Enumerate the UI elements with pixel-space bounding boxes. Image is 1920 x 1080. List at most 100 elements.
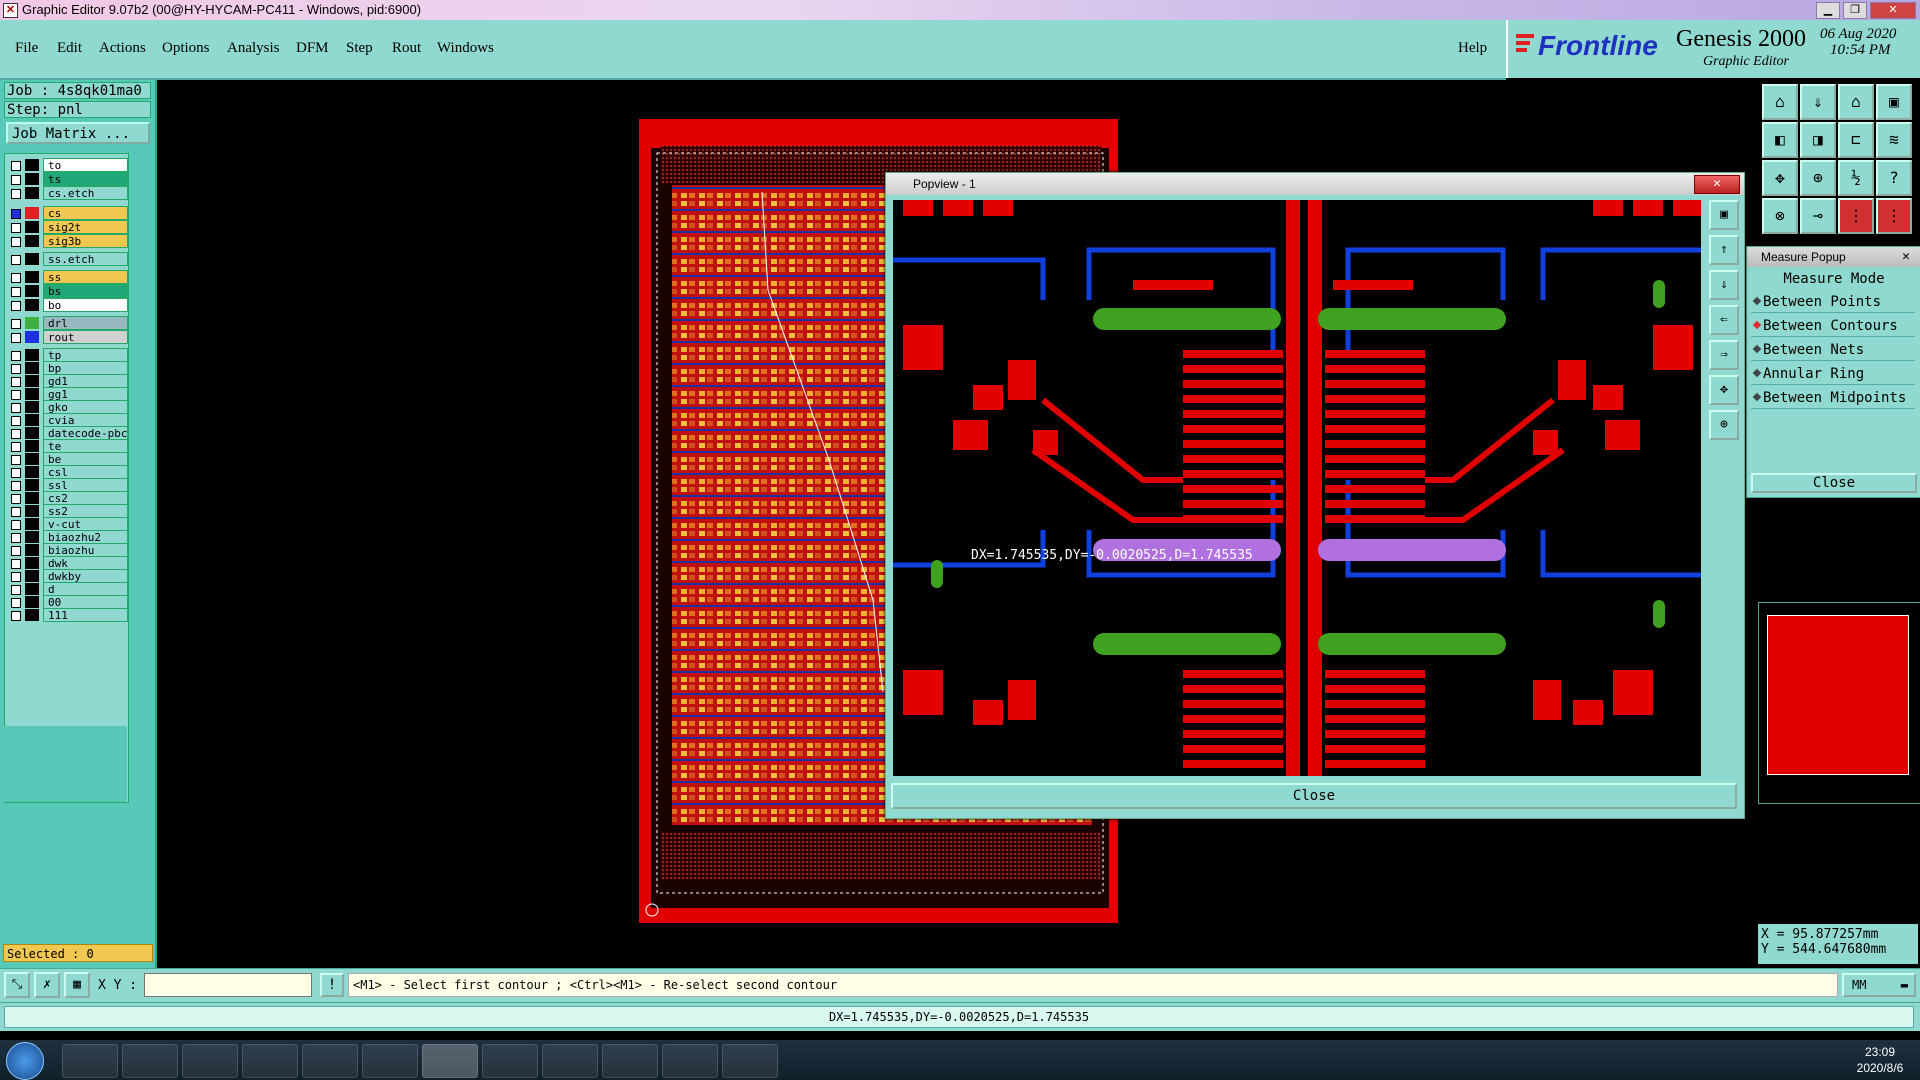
layer-name[interactable]: gd1 <box>43 374 128 388</box>
layer-row[interactable]: bp <box>7 361 128 375</box>
option-between-points[interactable]: Between Points <box>1751 291 1915 313</box>
layer-checkbox[interactable] <box>11 507 21 517</box>
layer-checkbox[interactable] <box>11 455 21 465</box>
layer-color-swatch[interactable] <box>25 414 39 426</box>
layer-color-swatch[interactable] <box>25 557 39 569</box>
layer-row[interactable]: drl <box>7 316 128 330</box>
units-select[interactable]: MM ▬ <box>1842 973 1916 997</box>
menu-options[interactable]: Options <box>162 40 210 57</box>
redraw-icon[interactable]: ≋ <box>1876 122 1912 158</box>
xy-input[interactable] <box>144 973 312 997</box>
layer-row[interactable]: ss2 <box>7 504 128 518</box>
layer-name[interactable]: dwkby <box>43 569 128 583</box>
layer-row[interactable]: cs2 <box>7 491 128 505</box>
layer-row[interactable]: 00 <box>7 595 128 609</box>
layer-checkbox[interactable] <box>11 494 21 504</box>
layer-color-swatch[interactable] <box>25 453 39 465</box>
layer-color-swatch[interactable] <box>25 349 39 361</box>
layer-checkbox[interactable] <box>11 442 21 452</box>
taskbar-eye-icon[interactable] <box>362 1044 418 1078</box>
popview-up-icon[interactable]: ⇑ <box>1709 235 1739 265</box>
zoom-fit-icon[interactable]: ✥ <box>1762 160 1798 196</box>
layer-name[interactable]: cvia <box>43 413 128 427</box>
draw-mode-icon[interactable]: ✗ <box>34 972 60 998</box>
layer-checkbox[interactable] <box>11 333 21 343</box>
taskbar-notepad-icon[interactable] <box>242 1044 298 1078</box>
layer-name[interactable]: sig3b <box>43 234 128 248</box>
fit-icon[interactable]: ⊏ <box>1838 122 1874 158</box>
layer-checkbox[interactable] <box>11 273 21 283</box>
layer-name[interactable]: cs.etch <box>43 186 128 200</box>
layer-row[interactable]: datecode-pbc <box>7 426 128 440</box>
layer-color-swatch[interactable] <box>25 583 39 595</box>
layer-color-swatch[interactable] <box>25 207 39 219</box>
layer-color-swatch[interactable] <box>25 440 39 452</box>
layer-color-swatch[interactable] <box>25 187 39 199</box>
layer-row[interactable]: ss.etch <box>7 252 128 266</box>
help-icon[interactable]: ? <box>1876 160 1912 196</box>
layer-color-swatch[interactable] <box>25 492 39 504</box>
layer-row[interactable]: biaozhu2 <box>7 530 128 544</box>
layer-row[interactable]: gg1 <box>7 387 128 401</box>
layer-name[interactable]: ssl <box>43 478 128 492</box>
taskbar-app-icon[interactable] <box>182 1044 238 1078</box>
layer-checkbox[interactable] <box>11 223 21 233</box>
layer-name[interactable]: cs2 <box>43 491 128 505</box>
popview-left-icon[interactable]: ⇐ <box>1709 305 1739 335</box>
popview-zoom-icon[interactable]: ▣ <box>1709 200 1739 230</box>
layer-color-swatch[interactable] <box>25 466 39 478</box>
layer-name[interactable]: bs <box>43 284 128 298</box>
layer-color-swatch[interactable] <box>25 173 39 185</box>
menu-actions[interactable]: Actions <box>99 40 146 57</box>
alert-icon[interactable]: ! <box>320 973 344 997</box>
zoom-in-icon[interactable]: ⇓ <box>1800 84 1836 120</box>
layer-color-swatch[interactable] <box>25 505 39 517</box>
layer-row[interactable]: v-cut <box>7 517 128 531</box>
layer-name[interactable]: gko <box>43 400 128 414</box>
layer-checkbox[interactable] <box>11 287 21 297</box>
layer-row[interactable]: tp <box>7 348 128 362</box>
layer-checkbox[interactable] <box>11 390 21 400</box>
option-annular-ring[interactable]: Annular Ring <box>1751 363 1915 385</box>
layer-row[interactable]: 111 <box>7 608 128 622</box>
layer-name[interactable]: bo <box>43 298 128 312</box>
layer-row[interactable]: gko <box>7 400 128 414</box>
taskbar-viewer-icon[interactable] <box>602 1044 658 1078</box>
layer-name[interactable]: be <box>43 452 128 466</box>
layer-color-swatch[interactable] <box>25 317 39 329</box>
layer-name[interactable]: ss <box>43 270 128 284</box>
layer-checkbox[interactable] <box>11 546 21 556</box>
layer-color-swatch[interactable] <box>25 285 39 297</box>
layer-row[interactable]: be <box>7 452 128 466</box>
house-icon[interactable]: ⌂ <box>1838 84 1874 120</box>
layer-row[interactable]: ts <box>7 172 128 186</box>
taskbar-pdf-icon[interactable] <box>542 1044 598 1078</box>
layer-name[interactable]: d <box>43 582 128 596</box>
layer-color-swatch[interactable] <box>25 401 39 413</box>
layer-checkbox[interactable] <box>11 161 21 171</box>
layer-row[interactable]: gd1 <box>7 374 128 388</box>
layer-color-swatch[interactable] <box>25 235 39 247</box>
layer-name[interactable]: bp <box>43 361 128 375</box>
popview-down-icon[interactable]: ⇓ <box>1709 270 1739 300</box>
layer-name[interactable]: gg1 <box>43 387 128 401</box>
layer-color-swatch[interactable] <box>25 479 39 491</box>
system-clock[interactable]: 23:09 2020/8/6 <box>1845 1044 1915 1076</box>
layer-color-swatch[interactable] <box>25 609 39 621</box>
layer-checkbox[interactable] <box>11 598 21 608</box>
taskbar-excel-icon[interactable] <box>482 1044 538 1078</box>
layer-color-swatch[interactable] <box>25 331 39 343</box>
layer-color-swatch[interactable] <box>25 427 39 439</box>
pcb-zoom-view[interactable]: DX=1.745535,DY=-0.0020525,D=1.745535 <box>893 200 1701 776</box>
layer-color-swatch[interactable] <box>25 299 39 311</box>
measure-icon[interactable]: ⊸ <box>1800 198 1836 234</box>
taskbar-paint-icon[interactable] <box>302 1044 358 1078</box>
layer-row[interactable]: biaozhu <box>7 543 128 557</box>
maximize-button[interactable]: ❐ <box>1843 2 1867 19</box>
layer-color-swatch[interactable] <box>25 518 39 530</box>
popview-close-icon[interactable]: ✕ <box>1694 175 1740 194</box>
taskbar-chat-icon[interactable] <box>722 1044 778 1078</box>
option-between-nets[interactable]: Between Nets <box>1751 339 1915 361</box>
layer-checkbox[interactable] <box>11 364 21 374</box>
layer-checkbox[interactable] <box>11 301 21 311</box>
